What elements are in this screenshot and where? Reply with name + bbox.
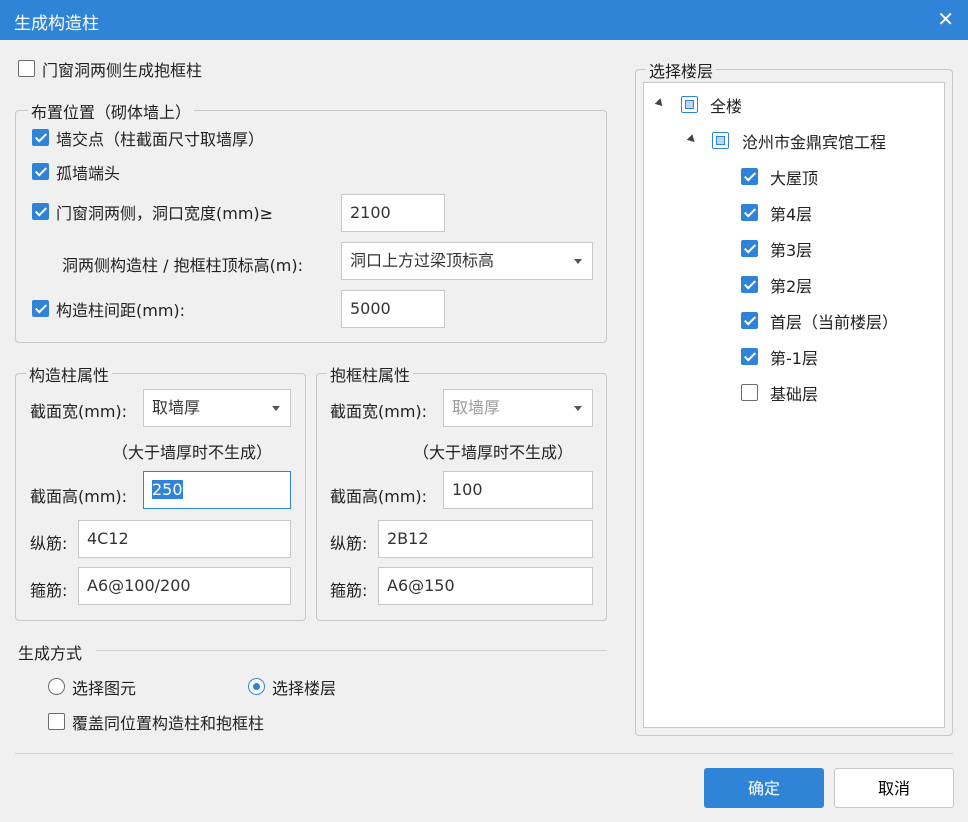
frame-column-checkbox[interactable] [18,60,35,77]
ok-button[interactable]: 确定 [704,768,824,808]
frame-stirrup-input[interactable]: A6@150 [378,567,593,605]
floor-item-label: 第-1层 [770,349,818,368]
spacing-checkbox[interactable] [32,300,49,317]
frame-width-label: 截面宽(mm): [330,402,428,421]
top-elevation-select[interactable]: 洞口上方过梁顶标高 [341,242,593,280]
frame-width-select[interactable]: 取墙厚 [443,389,593,427]
floor-item-label: 基础层 [770,385,819,404]
generate-constructional-column-dialog: 生成构造柱 ✕ 门窗洞两侧生成抱框柱 布置位置（砌体墙上） 墙交点（柱截面尺寸取… [0,0,968,822]
floor-item-checkbox[interactable] [741,276,758,293]
floor-item-label: 首层（当前楼层） [770,313,899,332]
floor-item-checkbox[interactable] [741,348,758,365]
expand-triangle-icon[interactable] [654,98,666,109]
floor-item-label: 大屋顶 [770,169,819,188]
tree-project-checkbox[interactable] [712,132,729,149]
column-props-title: 构造柱属性 [26,362,113,386]
column-height-label: 截面高(mm): [30,487,128,506]
overwrite-label: 覆盖同位置构造柱和抱框柱 [72,714,265,733]
column-stirrup-input[interactable]: A6@100/200 [78,567,291,605]
expand-triangle-icon[interactable] [686,134,698,145]
column-width-select[interactable]: 取墙厚 [143,389,291,427]
floor-item-label: 第3层 [770,241,813,260]
top-elevation-value: 洞口上方过梁顶标高 [350,251,495,270]
wall-intersection-label: 墙交点（柱截面尺寸取墙厚） [56,130,265,149]
frame-width-value: 取墙厚 [452,398,501,417]
isolated-wall-end-label: 孤墙端头 [56,164,121,183]
column-long-bar-input[interactable]: 4C12 [78,520,291,558]
isolated-wall-end-checkbox[interactable] [32,163,49,180]
title-bar: 生成构造柱 ✕ [0,0,968,40]
spacing-label: 构造柱间距(mm): [56,301,186,320]
floor-tree[interactable]: 全楼 沧州市金鼎宾馆工程 大屋顶 第4层 第3层 第2层 首层（当前楼层） 第-… [643,82,945,728]
floor-item-checkbox[interactable] [741,204,758,221]
spacing-input[interactable]: 5000 [341,290,445,328]
frame-long-bar-label: 纵筋: [330,534,368,553]
floor-selection-title: 选择楼层 [646,58,717,82]
close-icon[interactable]: ✕ [937,8,954,30]
select-floors-label: 选择楼层 [272,679,337,698]
generate-mode-divider [96,650,607,651]
chevron-down-icon [574,406,582,411]
tree-root-checkbox[interactable] [681,96,698,113]
column-width-value: 取墙厚 [152,398,201,417]
cancel-button[interactable]: 取消 [834,768,954,808]
generate-mode-title: 生成方式 [18,644,83,663]
tree-project-label: 沧州市金鼎宾馆工程 [742,133,887,152]
chevron-down-icon [574,259,582,264]
overwrite-checkbox[interactable] [48,713,65,730]
select-elements-label: 选择图元 [72,679,137,698]
dialog-title: 生成构造柱 [14,14,99,34]
opening-sides-checkbox[interactable] [32,203,49,220]
chevron-down-icon [272,406,280,411]
column-width-note: （大于墙厚时不生成） [112,443,273,462]
frame-props-title: 抱框柱属性 [327,362,414,386]
column-height-value: 250 [152,480,183,499]
wall-intersection-checkbox[interactable] [32,129,49,146]
column-height-input[interactable]: 250 [143,471,291,509]
top-elevation-label: 洞两侧构造柱 / 抱框柱顶标高(m): [62,256,304,275]
floor-item-checkbox[interactable] [741,384,758,401]
column-stirrup-label: 箍筋: [30,581,68,600]
select-elements-radio[interactable] [48,678,65,695]
placement-group-title: 布置位置（砌体墙上） [28,99,195,123]
floor-item-checkbox[interactable] [741,168,758,185]
frame-height-label: 截面高(mm): [330,487,428,506]
opening-width-input[interactable]: 2100 [341,194,445,232]
tree-root-label: 全楼 [710,97,743,116]
frame-long-bar-input[interactable]: 2B12 [378,520,593,558]
opening-sides-label: 门窗洞两侧，洞口宽度(mm)≥ [56,204,274,223]
frame-column-label: 门窗洞两侧生成抱框柱 [42,61,203,80]
frame-stirrup-label: 箍筋: [330,581,368,600]
select-floors-radio[interactable] [248,678,265,695]
frame-height-input[interactable]: 100 [443,471,593,509]
column-width-label: 截面宽(mm): [30,402,128,421]
floor-item-label: 第4层 [770,205,813,224]
footer-divider [15,753,953,754]
floor-item-label: 第2层 [770,277,813,296]
floor-item-checkbox[interactable] [741,312,758,329]
frame-width-note: （大于墙厚时不生成） [413,443,574,462]
floor-item-checkbox[interactable] [741,240,758,257]
column-long-bar-label: 纵筋: [30,534,68,553]
